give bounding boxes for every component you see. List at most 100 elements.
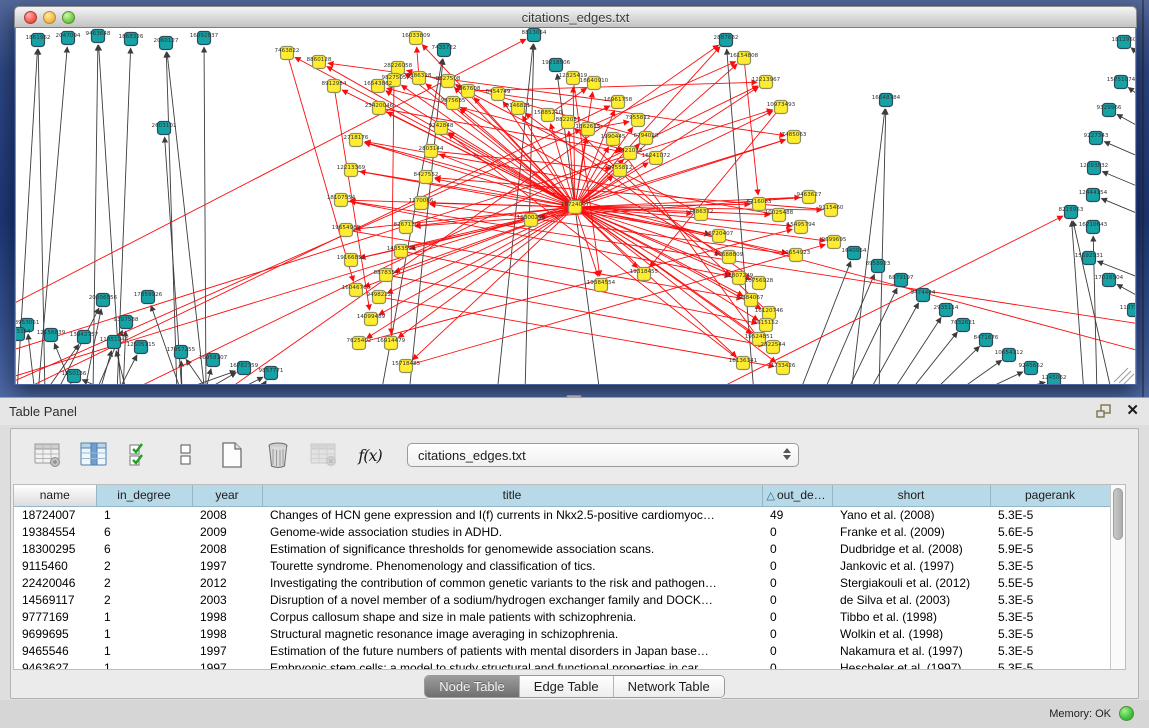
delete-entries-icon[interactable] (263, 440, 293, 470)
table-cell[interactable]: 1998 (192, 625, 262, 642)
table-cell[interactable]: Hescheler et al. (1997) (832, 659, 990, 669)
table-row[interactable]: 1938455462009Genome-wide association stu… (14, 523, 1110, 540)
table-settings-icon[interactable] (33, 440, 63, 470)
network-window-titlebar[interactable]: citations_edges.txt (14, 6, 1137, 28)
table-cell[interactable]: Structural magnetic resonance image aver… (262, 625, 762, 642)
table-row[interactable]: 969969511998Structural magnetic resonanc… (14, 625, 1110, 642)
function-builder-icon[interactable]: f(x) (355, 440, 385, 470)
table-cell[interactable]: 5.6E-5 (990, 523, 1110, 540)
table-cell[interactable]: 19384554 (14, 523, 96, 540)
table-cell[interactable]: 0 (762, 523, 832, 540)
table-cell[interactable]: 0 (762, 557, 832, 574)
table-cell[interactable]: Investigating the contribution of common… (262, 574, 762, 591)
column-header-indegree[interactable]: in_degree (96, 485, 192, 506)
table-cell[interactable]: 1997 (192, 557, 262, 574)
float-window-icon[interactable] (1096, 404, 1112, 419)
table-row[interactable]: 2242004622012Investigating the contribut… (14, 574, 1110, 591)
minimize-button[interactable] (43, 11, 56, 24)
table-cell[interactable]: Wolkin et al. (1998) (832, 625, 990, 642)
table-cell[interactable]: 6 (96, 523, 192, 540)
table-cell[interactable]: 2 (96, 574, 192, 591)
table-cell[interactable]: 1998 (192, 608, 262, 625)
table-cell[interactable]: 5.3E-5 (990, 625, 1110, 642)
table-cell[interactable]: 49 (762, 506, 832, 523)
table-cell[interactable]: 5.3E-5 (990, 557, 1110, 574)
table-row[interactable]: 946362711997Embryonic stem cells: a mode… (14, 659, 1110, 669)
column-header-outde[interactable]: △out_de… (762, 485, 832, 506)
table-cell[interactable]: 5.3E-5 (990, 608, 1110, 625)
table-cell[interactable]: 0 (762, 659, 832, 669)
table-cell[interactable]: Disruption of a novel member of a sodium… (262, 591, 762, 608)
create-table-icon[interactable] (217, 440, 247, 470)
table-cell[interactable]: 1 (96, 659, 192, 669)
table-cell[interactable]: 1 (96, 506, 192, 523)
table-cell[interactable]: 9115460 (14, 557, 96, 574)
table-row[interactable]: 1872400712008Changes of HCN gene express… (14, 506, 1110, 523)
table-cell[interactable]: 0 (762, 608, 832, 625)
table-cell[interactable]: 5.3E-5 (990, 506, 1110, 523)
table-cell[interactable]: Estimation of significance thresholds fo… (262, 540, 762, 557)
table-cell[interactable]: 2012 (192, 574, 262, 591)
table-cell[interactable]: 0 (762, 540, 832, 557)
select-mode-icon[interactable] (125, 440, 155, 470)
table-cell[interactable]: 2003 (192, 591, 262, 608)
column-header-pagerank[interactable]: pagerank (990, 485, 1110, 506)
table-cell[interactable]: 5.5E-5 (990, 574, 1110, 591)
tab-edge-table[interactable]: Edge Table (520, 676, 614, 697)
table-cell[interactable]: 1997 (192, 659, 262, 669)
table-cell[interactable]: 1997 (192, 642, 262, 659)
table-cell[interactable]: 0 (762, 642, 832, 659)
table-row[interactable]: 1830029562008Estimation of significance … (14, 540, 1110, 557)
table-cell[interactable]: 0 (762, 625, 832, 642)
table-cell[interactable]: 9699695 (14, 625, 96, 642)
table-row[interactable]: 911546021997Tourette syndrome. Phenomeno… (14, 557, 1110, 574)
table-cell[interactable]: 9463627 (14, 659, 96, 669)
network-graph[interactable]: 1872400718300295193845547463822886012889… (16, 28, 1136, 384)
table-cell[interactable]: 1 (96, 625, 192, 642)
show-column-icon[interactable] (79, 440, 109, 470)
table-row[interactable]: 977716911998Corpus callosum shape and si… (14, 608, 1110, 625)
table-row[interactable]: 946554611997Estimation of the future num… (14, 642, 1110, 659)
table-cell[interactable]: 1 (96, 642, 192, 659)
table-cell[interactable]: Changes of HCN gene expression and I(f) … (262, 506, 762, 523)
table-cell[interactable]: 2008 (192, 506, 262, 523)
column-header-year[interactable]: year (192, 485, 262, 506)
table-cell[interactable]: 18300295 (14, 540, 96, 557)
close-panel-icon[interactable]: ✕ (1126, 402, 1139, 420)
table-cell[interactable]: Yano et al. (2008) (832, 506, 990, 523)
table-cell[interactable]: Nakamura et al. (1997) (832, 642, 990, 659)
table-cell[interactable]: 2 (96, 591, 192, 608)
table-cell[interactable]: de Silva et al. (2003) (832, 591, 990, 608)
table-scrollbar-thumb[interactable] (1113, 488, 1123, 540)
table-cell[interactable]: 5.3E-5 (990, 642, 1110, 659)
row-height-icon[interactable] (171, 440, 201, 470)
column-header-short[interactable]: short (832, 485, 990, 506)
tab-network-table[interactable]: Network Table (614, 676, 724, 697)
table-cell[interactable]: Stergiakouli et al. (2012) (832, 574, 990, 591)
table-cell[interactable]: 5.9E-5 (990, 540, 1110, 557)
table-cell[interactable]: 2009 (192, 523, 262, 540)
table-select-dropdown[interactable]: citations_edges.txt (407, 443, 799, 467)
table-cell[interactable]: 9777169 (14, 608, 96, 625)
table-cell[interactable]: 6 (96, 540, 192, 557)
table-cell[interactable]: 2008 (192, 540, 262, 557)
table-cell[interactable]: Dudbridge et al. (2008) (832, 540, 990, 557)
table-cell[interactable]: 1 (96, 608, 192, 625)
table-cell[interactable]: 5.3E-5 (990, 591, 1110, 608)
table-cell[interactable]: 0 (762, 574, 832, 591)
table-row[interactable]: 1456911722003Disruption of a novel membe… (14, 591, 1110, 608)
table-cell[interactable]: Estimation of the future numbers of pati… (262, 642, 762, 659)
table-cell[interactable]: 9465546 (14, 642, 96, 659)
table-cell[interactable]: 18724007 (14, 506, 96, 523)
table-cell[interactable]: Franke et al. (2009) (832, 523, 990, 540)
table-scrollbar[interactable] (1110, 485, 1125, 669)
tab-node-table[interactable]: Node Table (425, 676, 520, 697)
table-cell[interactable]: Embryonic stem cells: a model to study s… (262, 659, 762, 669)
table-cell[interactable]: 5.3E-5 (990, 659, 1110, 669)
close-button[interactable] (24, 11, 37, 24)
table-cell[interactable]: 2 (96, 557, 192, 574)
table-cell[interactable]: Tibbo et al. (1998) (832, 608, 990, 625)
network-canvas[interactable]: 1872400718300295193845547463822886012889… (15, 28, 1136, 384)
table-cell[interactable]: Tourette syndrome. Phenomenology and cla… (262, 557, 762, 574)
table-cell[interactable]: 0 (762, 591, 832, 608)
